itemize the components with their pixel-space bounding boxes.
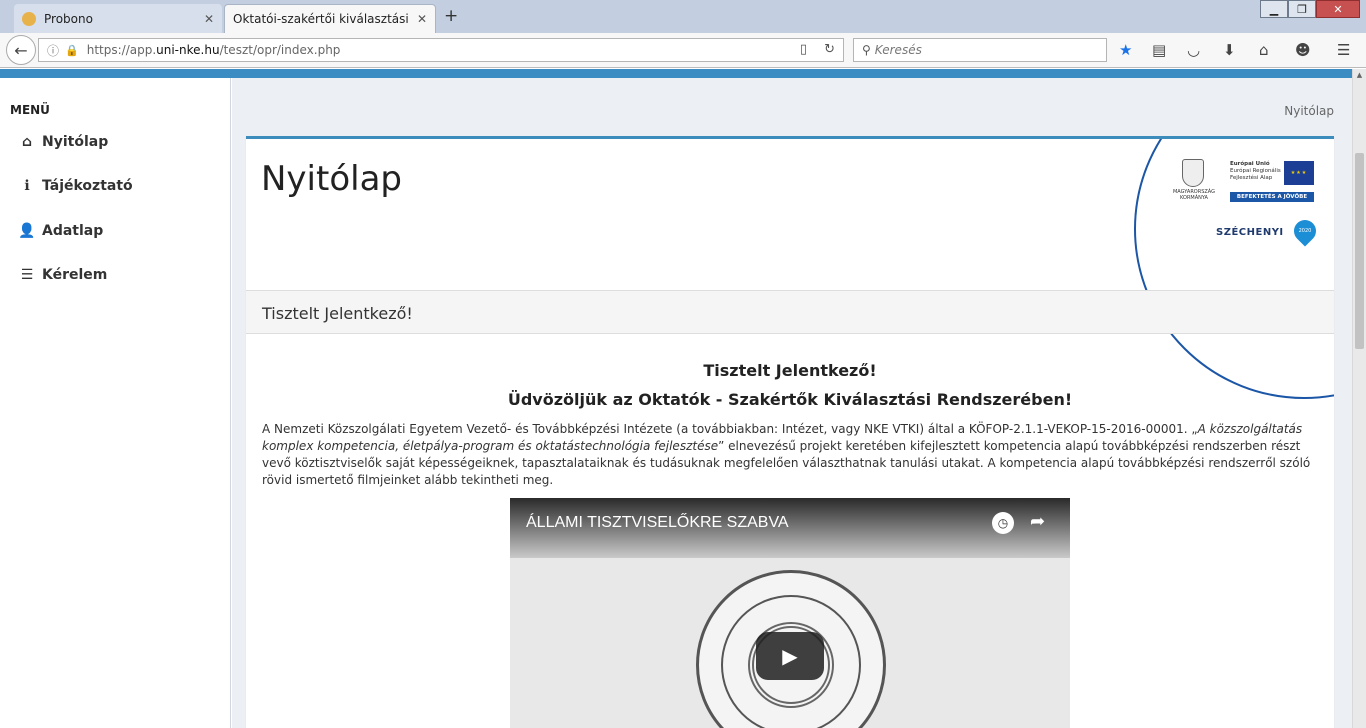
back-button[interactable]: ← — [6, 35, 36, 65]
info-icon: ℹ — [24, 178, 30, 194]
sidebar-item-label: Nyitólap — [42, 134, 109, 150]
video-player[interactable]: ÁLLAMI TISZTVISELŐKRE SZABVA ◷ ➦ ▶ — [510, 498, 1070, 728]
box-header: Tisztelt Jelentkező! — [246, 290, 1334, 334]
reader-view-icon[interactable]: ▯ — [800, 42, 807, 57]
user-icon: 👤 — [18, 223, 36, 239]
paragraph-start: A Nemzeti Közszolgálati Egyetem Vezető- … — [262, 422, 1198, 436]
pin-year: 2020 — [1298, 228, 1312, 234]
page-scrollbar[interactable]: ▲ — [1352, 69, 1366, 728]
probono-favicon-icon — [22, 11, 36, 26]
close-tab-icon[interactable]: ✕ — [204, 12, 214, 26]
sidebar-item-label: Adatlap — [42, 223, 104, 239]
sidebar-item-kerelem[interactable]: ☰ Kérelem — [18, 267, 108, 283]
bookmarks-list-icon[interactable]: ▤ — [1152, 41, 1166, 59]
hamburger-menu-icon[interactable]: ☰ — [1337, 41, 1350, 59]
scrollbar-thumb[interactable] — [1355, 153, 1364, 349]
url-scheme: https://app. — [86, 43, 157, 57]
info-icon[interactable]: ⓘ — [47, 42, 59, 59]
url-path: /teszt/opr/index.php — [219, 43, 341, 57]
home-icon: ⌂ — [21, 134, 33, 150]
bookmark-star-icon[interactable]: ★ — [1119, 41, 1132, 59]
top-accent-bar — [0, 69, 1352, 78]
sidebar-item-adatlap[interactable]: 👤 Adatlap — [18, 223, 103, 239]
scroll-up-icon[interactable]: ▲ — [1353, 71, 1366, 79]
list-icon: ☰ — [20, 267, 34, 283]
eu-szechenyi-logo: MAGYARORSZÁG KORMÁNYA Európai Unió Európ… — [1166, 153, 1321, 273]
content-box: Nyitólap MAGYARORSZÁG KORMÁNYA Európai U… — [246, 136, 1334, 728]
video-title-bar: ÁLLAMI TISZTVISELŐKRE SZABVA ◷ ➦ — [510, 498, 1070, 558]
url-bar[interactable]: ⓘ 🔒 https://app. uni-nke.hu/teszt/opr/ind… — [38, 38, 844, 62]
browser-nav-bar: ← ⓘ 🔒 https://app. uni-nke.hu/teszt/opr/i… — [0, 33, 1366, 68]
gov-logo-text: MAGYARORSZÁG KORMÁNYA — [1172, 189, 1216, 201]
reload-icon[interactable]: ↻ — [824, 42, 835, 57]
sidebar-item-label: Tájékoztató — [42, 178, 133, 194]
url-domain: uni-nke.hu — [156, 43, 220, 57]
share-icon[interactable]: ➦ — [1030, 511, 1045, 532]
tab-probono[interactable]: Probono ✕ — [14, 4, 222, 33]
search-icon: ⚲ — [862, 43, 871, 57]
tab-title: Oktatói-szakértői kiválasztási re... — [233, 12, 411, 26]
minimize-icon[interactable]: ▁ — [1260, 0, 1288, 18]
home-icon[interactable]: ⌂ — [1259, 41, 1269, 59]
play-button[interactable]: ▶ — [756, 632, 824, 680]
download-icon[interactable]: ⬇ — [1223, 41, 1236, 59]
sidebar-item-nyitolap[interactable]: ⌂ Nyitólap — [18, 134, 108, 150]
tab-title: Probono — [44, 11, 93, 26]
close-window-icon[interactable]: ✕ — [1316, 0, 1360, 18]
menu-header: MENÜ — [10, 103, 50, 117]
eu-banner: BEFEKTETÉS A JÖVŐBE — [1230, 192, 1314, 202]
eu-flag-icon: ★★★ — [1284, 161, 1314, 185]
main-content: Nyitólap Nyitólap MAGYARORSZÁG KORMÁNYA … — [232, 78, 1352, 728]
box-header-title: Tisztelt Jelentkező! — [262, 304, 413, 323]
breadcrumb[interactable]: Nyitólap — [1284, 104, 1334, 118]
close-tab-icon[interactable]: ✕ — [417, 12, 427, 26]
sidebar-item-label: Kérelem — [42, 267, 108, 283]
new-tab-icon[interactable]: + — [444, 6, 458, 26]
smiley-icon[interactable]: ☻ — [1295, 41, 1311, 59]
browser-tab-bar: Probono ✕ Oktatói-szakértői kiválasztási… — [0, 0, 1366, 33]
pocket-icon[interactable]: ◡ — [1187, 41, 1200, 59]
page-title: Nyitólap — [261, 159, 402, 199]
search-input[interactable]: ⚲ Keresés — [853, 38, 1107, 62]
window-controls: ▁ ❐ ✕ — [1260, 0, 1360, 18]
tab-oktatoi[interactable]: Oktatói-szakértői kiválasztási re... ✕ — [224, 4, 436, 33]
eu-logo-text: Európai Unió Európai Regionális Fejleszt… — [1230, 161, 1314, 189]
szechenyi-pin-icon: 2020 — [1289, 215, 1321, 247]
coat-of-arms-icon — [1182, 159, 1204, 187]
search-placeholder: Keresés — [874, 43, 922, 57]
sidebar-item-tajekoztato[interactable]: ℹ Tájékoztató — [18, 178, 133, 194]
maximize-icon[interactable]: ❐ — [1288, 0, 1316, 18]
welcome-subheading: Üdvözöljük az Oktatók - Szakértők Kivála… — [507, 390, 1073, 409]
welcome-heading: Tisztelt Jelentkező! — [703, 361, 877, 380]
video-title[interactable]: ÁLLAMI TISZTVISELŐKRE SZABVA — [526, 514, 789, 532]
sidebar: MENÜ ⌂ Nyitólap ℹ Tájékoztató 👤 Adatlap … — [0, 78, 231, 728]
watch-later-icon[interactable]: ◷ — [992, 512, 1014, 534]
lock-icon: 🔒 — [65, 43, 79, 57]
szechenyi-text: SZÉCHENYI — [1216, 227, 1284, 238]
intro-paragraph: A Nemzeti Közszolgálati Egyetem Vezető- … — [262, 421, 1320, 489]
